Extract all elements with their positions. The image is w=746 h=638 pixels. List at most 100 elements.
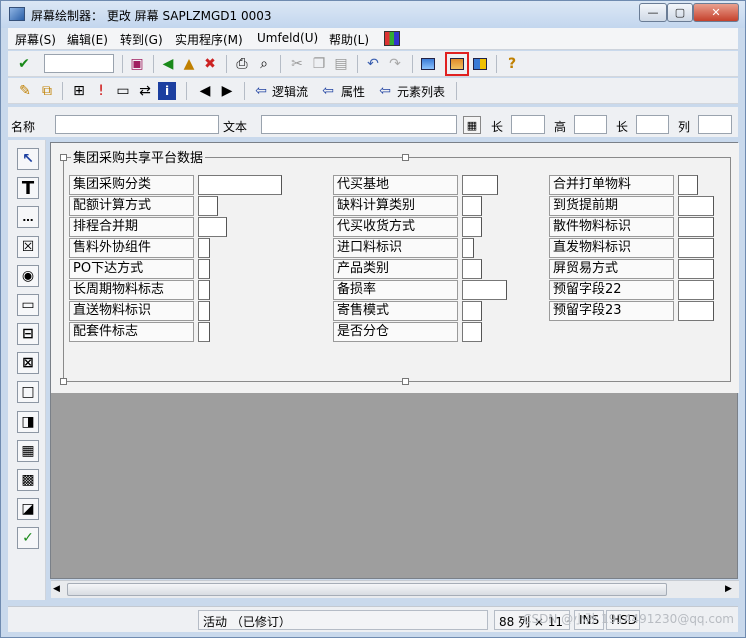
field-label[interactable]: 配套件标志 [69,322,194,342]
table-control-tool-icon[interactable]: ▦ [17,440,39,462]
field-label[interactable]: 合并打单物料 [549,175,674,195]
back-icon[interactable]: ◀ [159,55,177,73]
checkbox-tool-icon[interactable]: ☒ [17,236,39,258]
field-input[interactable] [462,280,507,300]
tabstrip-wizard-icon[interactable]: ⊠ [17,352,39,374]
field-input[interactable] [198,238,210,258]
prev-icon[interactable]: ◀ [196,82,214,100]
horizontal-scrollbar[interactable]: ◀ ▶ [51,580,739,598]
enter-icon[interactable]: ✔ [15,55,33,73]
field-label[interactable]: 配额计算方式 [69,196,194,216]
field-input[interactable] [198,322,210,342]
field-input[interactable] [462,259,482,279]
cancel-icon[interactable]: ✖ [201,55,219,73]
field-label[interactable]: 预留字段23 [549,301,674,321]
layout-canvas[interactable]: 集团采购共享平台数据 集团采购分类 配额计算方式 排程合并期 售料外协组件 PO… [50,142,739,598]
field-input[interactable] [198,196,218,216]
select-pointer-icon[interactable]: ↖ [17,148,39,170]
field-label[interactable]: 产品类别 [333,259,458,279]
menu-environment[interactable]: Umfeld(U) [257,31,318,45]
radio-button-tool-icon[interactable]: ◉ [17,265,39,287]
element-list-button[interactable]: 元素列表 [397,83,445,100]
text-editor-icon[interactable]: ▦ [463,116,481,134]
field-input[interactable] [462,238,474,258]
pushbutton-tool-icon[interactable]: ▭ [17,294,39,316]
field-input[interactable] [678,301,714,321]
flow-logic-button[interactable]: 逻辑流 [272,83,308,100]
maximize-button[interactable]: ▢ [667,3,693,22]
field-label[interactable]: 长周期物料标志 [69,280,194,300]
layout-icon-2[interactable] [448,55,466,73]
field-label[interactable]: 售料外协组件 [69,238,194,258]
help-icon[interactable]: ? [503,55,521,73]
field-input[interactable] [678,217,714,237]
field-input[interactable] [198,301,210,321]
field-input[interactable] [462,217,482,237]
field-label[interactable]: 直送物料标识 [69,301,194,321]
pin-icon[interactable]: ! [92,82,110,100]
length2-input[interactable] [636,115,669,134]
field-input[interactable] [678,280,714,300]
field-label[interactable]: 排程合并期 [69,217,194,237]
save-icon[interactable]: ▣ [128,55,146,73]
scroll-thumb[interactable] [67,583,667,596]
field-input[interactable] [198,259,210,279]
field-input[interactable] [678,259,714,279]
find-icon[interactable]: ⌕ [255,55,273,73]
resize-handle[interactable] [402,154,409,161]
field-input[interactable] [462,196,482,216]
field-label[interactable]: 寄售模式 [333,301,458,321]
field-input[interactable] [462,301,482,321]
tree-icon[interactable]: ⊞ [70,82,88,100]
magic-wand-icon[interactable]: ✎ [16,82,34,100]
tabstrip-tool-icon[interactable]: ⊟ [17,323,39,345]
resize-handle[interactable] [60,378,67,385]
print-icon[interactable]: ⎙ [233,55,251,73]
field-label[interactable]: 代买收货方式 [333,217,458,237]
minimize-button[interactable]: — [639,3,667,22]
exit-icon[interactable]: ▲ [180,55,198,73]
field-label[interactable]: 是否分仓 [333,322,458,342]
table-wizard-icon[interactable]: ▩ [17,469,39,491]
field-label[interactable]: PO下达方式 [69,259,194,279]
field-label[interactable]: 缺料计算类别 [333,196,458,216]
resize-handle[interactable] [402,378,409,385]
input-field-tool-icon[interactable]: … [17,206,39,228]
name-input[interactable] [55,115,219,134]
text-input[interactable] [261,115,457,134]
layout-icon-1[interactable] [419,55,437,73]
field-input[interactable] [462,175,498,195]
command-field[interactable] [44,54,114,73]
field-input[interactable] [678,196,714,216]
transfer-icon[interactable]: ⇄ [136,82,154,100]
field-input[interactable] [198,280,210,300]
menu-utilities[interactable]: 实用程序(M) [175,31,243,48]
redo-icon[interactable]: ↷ [386,55,404,73]
menu-screen[interactable]: 屏幕(S) [15,31,56,48]
text-field-tool-icon[interactable]: T [17,177,39,199]
attributes-button[interactable]: 属性 [341,83,365,100]
close-button[interactable]: ✕ [693,3,739,22]
field-label[interactable]: 备损率 [333,280,458,300]
info-icon[interactable]: i [158,82,176,100]
layout-icon-3[interactable] [471,55,489,73]
column-input[interactable] [698,115,732,134]
field-label[interactable]: 进口料标识 [333,238,458,258]
next-icon[interactable]: ▶ [218,82,236,100]
menu-help[interactable]: 帮助(L) [329,31,369,48]
length-input[interactable] [511,115,545,134]
screen-area[interactable]: 集团采购共享平台数据 集团采购分类 配额计算方式 排程合并期 售料外协组件 PO… [51,143,739,393]
field-label[interactable]: 到货提前期 [549,196,674,216]
resize-handle[interactable] [60,154,67,161]
menu-goto[interactable]: 转到(G) [120,31,163,48]
layout-menu-icon[interactable] [384,31,400,46]
field-label[interactable]: 屏贸易方式 [549,259,674,279]
cut-icon[interactable]: ✂ [288,55,306,73]
subscreen-tool-icon[interactable]: ◨ [17,411,39,433]
box-tool-icon[interactable]: □ [17,381,39,403]
field-label[interactable]: 预留字段22 [549,280,674,300]
paste-icon[interactable]: ▤ [332,55,350,73]
undo-icon[interactable]: ↶ [364,55,382,73]
field-label[interactable]: 直发物料标识 [549,238,674,258]
field-input[interactable] [462,322,482,342]
